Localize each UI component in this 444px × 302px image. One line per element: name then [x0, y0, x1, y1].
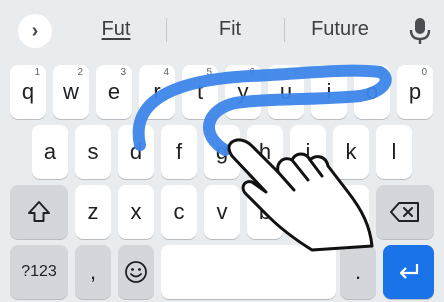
key-label: w: [63, 79, 79, 104]
key-label: ,: [89, 259, 97, 284]
key-hint: 1: [34, 67, 40, 78]
key-label: c: [173, 199, 185, 224]
suggestion-strip: › Fut Fit Future: [0, 0, 444, 60]
key-label: q: [21, 79, 35, 104]
key-label: t: [196, 79, 204, 104]
key-label: s: [87, 139, 99, 164]
key-label: .: [354, 259, 362, 284]
emoji-icon: [125, 261, 147, 283]
key-label: o: [365, 79, 379, 104]
key-label: l: [391, 139, 397, 164]
chevron-right-icon[interactable]: ›: [18, 14, 52, 48]
key-c[interactable]: c: [161, 185, 197, 239]
key-hint: 2: [77, 67, 83, 78]
key-q[interactable]: q1: [10, 65, 46, 119]
suggestion-2[interactable]: Fit: [200, 18, 260, 41]
microphone-icon[interactable]: [408, 16, 432, 46]
key-d[interactable]: d: [118, 125, 154, 179]
backspace-icon: [390, 202, 419, 222]
key-hint: 7: [292, 67, 298, 78]
key-z[interactable]: z: [75, 185, 111, 239]
key-hint: 8: [335, 67, 341, 78]
key-label: y: [237, 79, 249, 104]
key-f[interactable]: f: [161, 125, 197, 179]
key-label: a: [43, 139, 57, 164]
key-comma[interactable]: ,: [75, 245, 111, 299]
key-label: p: [408, 79, 422, 104]
suggestion-divider: [284, 18, 285, 42]
key-y[interactable]: y6: [225, 65, 261, 119]
key-hint: 6: [249, 67, 255, 78]
key-r[interactable]: r4: [139, 65, 175, 119]
suggestion-3[interactable]: Future: [300, 18, 380, 41]
key-p[interactable]: p0: [397, 65, 433, 119]
key-x[interactable]: x: [118, 185, 154, 239]
key-hint: 9: [378, 67, 384, 78]
emoji-key[interactable]: [118, 245, 154, 299]
key-i[interactable]: i8: [311, 65, 347, 119]
suggestion-divider: [166, 18, 167, 42]
key-hint: 3: [120, 67, 126, 78]
key-label: x: [130, 199, 142, 224]
shift-icon: [28, 201, 50, 222]
key-e[interactable]: e3: [96, 65, 132, 119]
key-label: r: [153, 79, 161, 104]
key-t[interactable]: t5: [182, 65, 218, 119]
key-u[interactable]: u7: [268, 65, 304, 119]
key-hint: 0: [421, 67, 427, 78]
enter-icon: [399, 264, 418, 279]
key-label: z: [87, 199, 99, 224]
key-label: f: [175, 139, 183, 164]
symbols-key[interactable]: ?123: [10, 245, 68, 299]
key-w[interactable]: w2: [53, 65, 89, 119]
key-hint: 5: [206, 67, 212, 78]
key-label: u: [279, 79, 293, 104]
key-hint: 4: [163, 67, 169, 78]
key-label: e: [107, 79, 121, 104]
key-a[interactable]: a: [32, 125, 68, 179]
key-label: i: [326, 79, 332, 104]
key-label: ?123: [21, 263, 57, 280]
hand-gesture-icon: [227, 138, 374, 252]
key-o[interactable]: o9: [354, 65, 390, 119]
key-label: d: [129, 139, 143, 164]
key-s[interactable]: s: [75, 125, 111, 179]
suggestion-1[interactable]: Fut: [86, 18, 146, 41]
shift-key[interactable]: [10, 185, 68, 239]
